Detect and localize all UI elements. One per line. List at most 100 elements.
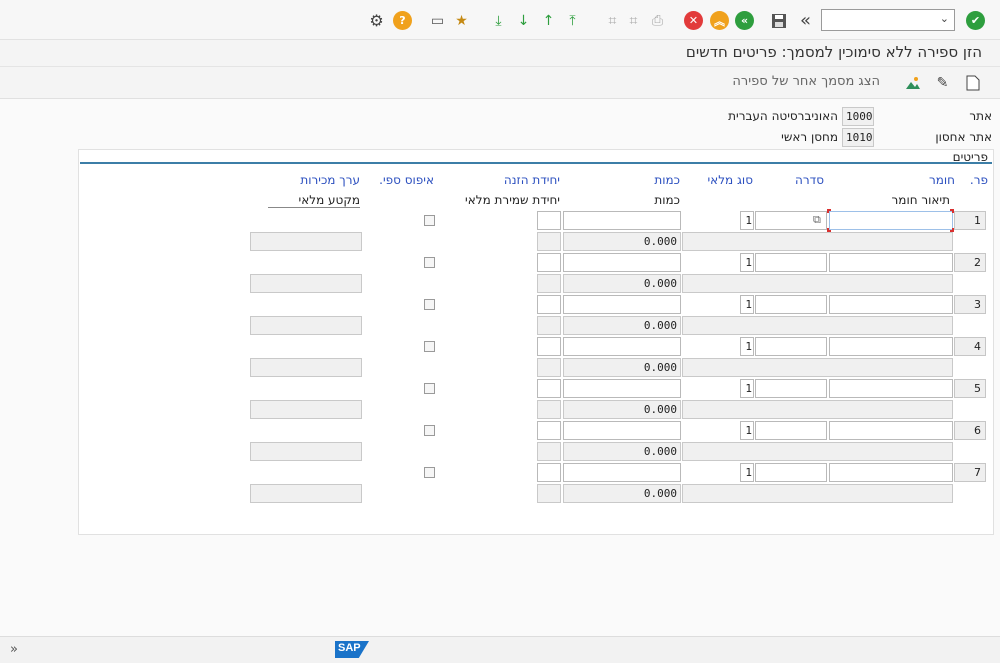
zero-count-checkbox[interactable] [424, 341, 435, 352]
material-input[interactable] [829, 421, 953, 440]
subheader-stock-unit: יחידת שמירת מלאי [465, 193, 560, 207]
title-bar: הזן ספירה ללא סימוכין למסמך: פריטים חדשי… [0, 40, 1000, 67]
stock-type-input[interactable]: 1 [740, 337, 754, 356]
book-quantity: 0.000 [563, 400, 681, 419]
stock-unit [537, 232, 561, 251]
status-bar: « SAP [0, 636, 1000, 663]
storage-location-label: אתר אחסון [935, 130, 992, 144]
quantity-input[interactable] [563, 463, 681, 482]
help-icon[interactable]: ? [393, 11, 412, 30]
item-number: 7 [954, 463, 986, 482]
stock-segment [250, 232, 362, 251]
print-icon[interactable]: ⎙ [648, 11, 667, 30]
entry-unit-input[interactable] [537, 463, 561, 482]
material-input[interactable] [829, 295, 953, 314]
cancel-icon[interactable]: ✕ [684, 11, 703, 30]
stock-type-input[interactable]: 1 [740, 253, 754, 272]
quantity-input[interactable] [563, 211, 681, 230]
stock-segment [250, 358, 362, 377]
material-description [682, 316, 953, 335]
entry-unit-input[interactable] [537, 337, 561, 356]
zero-count-checkbox[interactable] [424, 299, 435, 310]
stock-segment [250, 484, 362, 503]
batch-input[interactable] [755, 421, 827, 440]
material-input[interactable] [829, 379, 953, 398]
stock-unit [537, 484, 561, 503]
image-icon[interactable] [903, 73, 922, 92]
zero-count-checkbox[interactable] [424, 383, 435, 394]
first-page-icon[interactable]: ⤓ [489, 11, 508, 30]
stock-type-input[interactable]: 1 [740, 463, 754, 482]
col-header-item: פר. [969, 173, 988, 187]
material-description [682, 358, 953, 377]
material-input[interactable] [829, 337, 953, 356]
material-input[interactable] [829, 253, 953, 272]
material-input[interactable] [829, 463, 953, 482]
batch-input[interactable] [755, 253, 827, 272]
entry-unit-input[interactable] [537, 211, 561, 230]
material-input[interactable] [829, 211, 953, 230]
stock-type-input[interactable]: 1 [740, 211, 754, 230]
entry-unit-input[interactable] [537, 421, 561, 440]
expand-status-icon[interactable]: « [10, 642, 18, 657]
expand-command-icon[interactable]: « [796, 10, 815, 31]
entry-unit-input[interactable] [537, 295, 561, 314]
entry-unit-input[interactable] [537, 379, 561, 398]
col-header-zero-count: איפוס ספי. [379, 173, 434, 187]
book-quantity: 0.000 [563, 442, 681, 461]
edit-icon[interactable]: ✎ [933, 73, 952, 92]
last-page-icon[interactable]: ⤒ [563, 11, 582, 30]
subheader-material-desc: תיאור חומר [891, 193, 950, 207]
stock-segment [250, 400, 362, 419]
zero-count-checkbox[interactable] [424, 425, 435, 436]
quantity-input[interactable] [563, 337, 681, 356]
shortcut-icon[interactable]: ★ [452, 11, 471, 30]
chevron-down-icon[interactable]: ⌄ [940, 12, 949, 25]
stock-segment [250, 442, 362, 461]
check-icon[interactable]: ✔ [966, 11, 985, 30]
plant-label: אתר [969, 109, 992, 123]
col-header-stock-type: סוג מלאי [707, 173, 754, 187]
batch-input[interactable] [755, 337, 827, 356]
col-header-material: חומר [928, 173, 955, 187]
quantity-input[interactable] [563, 421, 681, 440]
zero-count-checkbox[interactable] [424, 257, 435, 268]
stock-type-input[interactable]: 1 [740, 421, 754, 440]
show-other-count-button[interactable]: הצג מסמך אחר של ספירה [732, 74, 880, 89]
stock-unit [537, 316, 561, 335]
application-toolbar: ✎ הצג מסמך אחר של ספירה [0, 67, 1000, 99]
book-quantity: 0.000 [563, 274, 681, 293]
quantity-input[interactable] [563, 253, 681, 272]
value-help-icon[interactable]: ⧉ [813, 213, 821, 227]
item-number: 5 [954, 379, 986, 398]
system-toolbar: ✔ ⌄ « « ︽ ✕ ⎙ ⌗ ⌗ ⤒ ↑ ↓ ⤓ ★ ▭ ? ⚙ [0, 0, 1000, 40]
new-document-icon[interactable] [963, 73, 982, 92]
stock-unit [537, 400, 561, 419]
new-session-icon[interactable]: ▭ [428, 11, 447, 30]
find-icon[interactable]: ⌗ [603, 11, 622, 30]
quantity-input[interactable] [563, 379, 681, 398]
exit-icon[interactable]: ︽ [710, 11, 729, 30]
batch-input[interactable] [755, 295, 827, 314]
quantity-input[interactable] [563, 295, 681, 314]
subheader-stock-segment: מקטע מלאי [268, 193, 360, 208]
stock-unit [537, 358, 561, 377]
back-icon[interactable]: « [735, 11, 754, 30]
prev-page-icon[interactable]: ↓ [514, 11, 533, 30]
subheader-quantity: כמות [654, 193, 680, 207]
batch-input[interactable] [755, 463, 827, 482]
stock-type-input[interactable]: 1 [740, 295, 754, 314]
settings-icon[interactable]: ⚙ [367, 11, 386, 30]
stock-type-input[interactable]: 1 [740, 379, 754, 398]
zero-count-checkbox[interactable] [424, 467, 435, 478]
col-header-entry-unit: יחידת הזנה [503, 173, 560, 187]
next-page-icon[interactable]: ↑ [539, 11, 558, 30]
book-quantity: 0.000 [563, 316, 681, 335]
command-field[interactable]: ⌄ [821, 9, 955, 31]
entry-unit-input[interactable] [537, 253, 561, 272]
save-icon[interactable] [769, 11, 788, 30]
batch-input[interactable] [755, 379, 827, 398]
find-next-icon[interactable]: ⌗ [624, 11, 643, 30]
item-number: 3 [954, 295, 986, 314]
zero-count-checkbox[interactable] [424, 215, 435, 226]
